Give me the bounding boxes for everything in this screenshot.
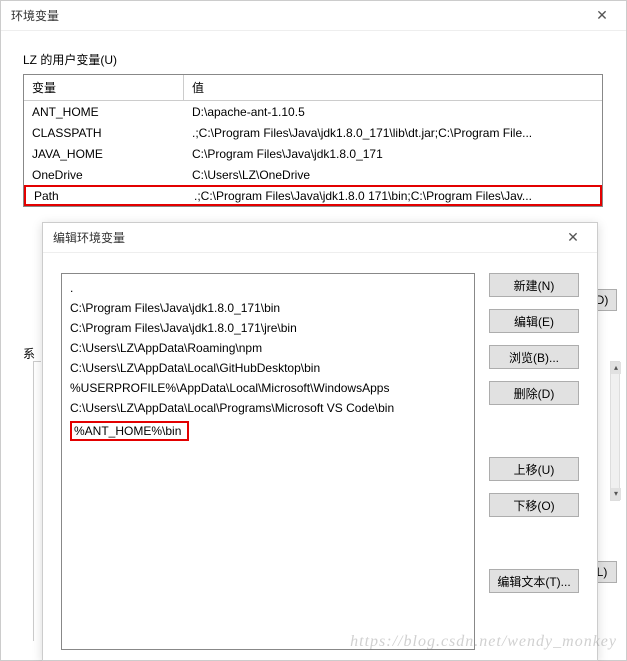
scroll-down-icon[interactable]: ▾ (611, 488, 621, 500)
delete-button[interactable]: 删除(D) (489, 381, 579, 405)
var-value: .;C:\Program Files\Java\jdk1.8.0_171\lib… (184, 122, 602, 144)
col-name-header[interactable]: 变量 (24, 75, 184, 100)
edit-text-button[interactable]: 编辑文本(T)... (489, 569, 579, 593)
user-vars-label: LZ 的用户变量(U) (23, 51, 626, 68)
close-icon[interactable]: ✕ (557, 224, 589, 252)
close-icon[interactable]: ✕ (586, 2, 618, 30)
list-item[interactable]: . (68, 278, 468, 298)
system-vars-box-edge (33, 361, 41, 641)
col-value-header[interactable]: 值 (184, 75, 602, 100)
var-value: C:\Users\LZ\OneDrive (184, 164, 602, 186)
table-header: 变量 值 (24, 75, 602, 101)
new-button[interactable]: 新建(N) (489, 273, 579, 297)
list-item[interactable]: C:\Program Files\Java\jdk1.8.0_171\jre\b… (68, 318, 468, 338)
edit-button[interactable]: 编辑(E) (489, 309, 579, 333)
var-name: Path (26, 185, 186, 207)
var-name: CLASSPATH (24, 122, 184, 144)
scrollbar[interactable]: ▴ ▾ (610, 361, 620, 501)
var-value: D:\apache-ant-1.10.5 (184, 101, 602, 123)
list-item[interactable]: C:\Users\LZ\AppData\Local\GitHubDesktop\… (68, 358, 468, 378)
table-row[interactable]: OneDriveC:\Users\LZ\OneDrive (24, 164, 602, 185)
path-list[interactable]: .C:\Program Files\Java\jdk1.8.0_171\binC… (61, 273, 475, 650)
var-value: C:\Program Files\Java\jdk1.8.0_171 (184, 143, 602, 165)
var-name: OneDrive (24, 164, 184, 186)
table-row[interactable]: Path.;C:\Program Files\Java\jdk1.8.0 171… (24, 185, 602, 206)
list-item[interactable]: %ANT_HOME%\bin (68, 418, 468, 444)
browse-button[interactable]: 浏览(B)... (489, 345, 579, 369)
table-row[interactable]: CLASSPATH.;C:\Program Files\Java\jdk1.8.… (24, 122, 602, 143)
button-column: 新建(N) 编辑(E) 浏览(B)... 删除(D) 上移(U) 下移(O) 编… (489, 273, 579, 650)
var-name: ANT_HOME (24, 101, 184, 123)
list-item[interactable]: %USERPROFILE%\AppData\Local\Microsoft\Wi… (68, 378, 468, 398)
move-down-button[interactable]: 下移(O) (489, 493, 579, 517)
list-item[interactable]: C:\Program Files\Java\jdk1.8.0_171\bin (68, 298, 468, 318)
system-vars-label: 系 (23, 345, 35, 362)
child-body: .C:\Program Files\Java\jdk1.8.0_171\binC… (43, 253, 597, 660)
edit-env-var-window: 编辑环境变量 ✕ .C:\Program Files\Java\jdk1.8.0… (42, 222, 598, 661)
var-value: .;C:\Program Files\Java\jdk1.8.0 171\bin… (186, 185, 600, 207)
list-item[interactable]: C:\Users\LZ\AppData\Roaming\npm (68, 338, 468, 358)
list-item[interactable]: C:\Users\LZ\AppData\Local\Programs\Micro… (68, 398, 468, 418)
highlighted-path: %ANT_HOME%\bin (70, 421, 189, 441)
user-vars-table[interactable]: 变量 值 ANT_HOMED:\apache-ant-1.10.5CLASSPA… (23, 74, 603, 207)
parent-title: 环境变量 (11, 7, 59, 24)
scroll-up-icon[interactable]: ▴ (611, 362, 621, 374)
move-up-button[interactable]: 上移(U) (489, 457, 579, 481)
child-titlebar: 编辑环境变量 ✕ (43, 223, 597, 253)
parent-titlebar: 环境变量 ✕ (1, 1, 626, 31)
var-name: JAVA_HOME (24, 143, 184, 165)
table-row[interactable]: ANT_HOMED:\apache-ant-1.10.5 (24, 101, 602, 122)
table-row[interactable]: JAVA_HOMEC:\Program Files\Java\jdk1.8.0_… (24, 143, 602, 164)
child-title: 编辑环境变量 (53, 229, 125, 246)
